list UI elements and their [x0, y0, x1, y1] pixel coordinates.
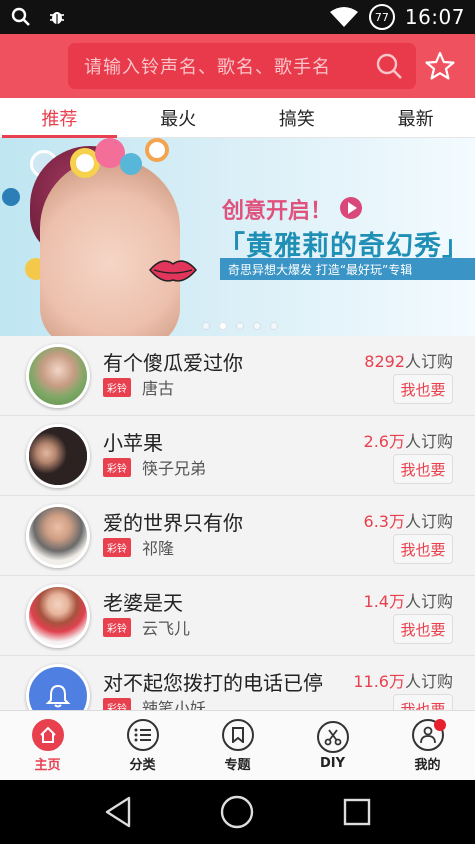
list-item[interactable]: 有个傻瓜爱过你 彩铃 唐古 8292人订购 我也要 [0, 336, 475, 416]
nav-home[interactable]: 主页 [0, 711, 95, 780]
nav-label: 主页 [34, 757, 61, 773]
carousel-dot[interactable] [236, 322, 244, 330]
scissors-icon [316, 720, 349, 753]
song-title: 对不起您拨打的电话已停 [103, 671, 323, 695]
avatar [26, 504, 90, 568]
home-icon [31, 718, 64, 751]
ringback-badge: 彩铃 [103, 538, 131, 557]
recents-icon[interactable] [342, 797, 372, 827]
tab-hot[interactable]: 最火 [119, 98, 238, 137]
list-item[interactable]: 小苹果 彩铃 筷子兄弟 2.6万人订购 我也要 [0, 416, 475, 496]
bookmark-icon [221, 718, 254, 751]
flower-decoration [120, 153, 142, 175]
subscribe-button[interactable]: 我也要 [393, 694, 453, 710]
tab-new[interactable]: 最新 [356, 98, 475, 137]
system-navigation-bar [0, 780, 475, 844]
carousel-dot[interactable] [253, 322, 261, 330]
clock: 16:07 [404, 5, 465, 29]
avatar [26, 584, 90, 648]
bug-icon [46, 6, 68, 28]
back-icon[interactable] [103, 795, 133, 829]
list-item[interactable]: 爱的世界只有你 彩铃 祁隆 6.3万人订购 我也要 [0, 496, 475, 576]
search-input[interactable]: 请输入铃声名、歌名、歌手名 [68, 43, 416, 89]
app-header: 请输入铃声名、歌名、歌手名 [0, 34, 475, 98]
star-icon[interactable] [424, 50, 456, 82]
search-icon[interactable] [374, 51, 404, 81]
battery-icon: 77 [368, 4, 395, 30]
artist-name: 筷子兄弟 [142, 459, 207, 478]
subscriber-count: 2.6万人订购 [363, 432, 453, 451]
list-item[interactable]: 老婆是天 彩铃 云飞儿 1.4万人订购 我也要 [0, 576, 475, 656]
promo-banner[interactable]: 创意开启！ 「黄雅莉的奇幻秀」 奇思异想大爆发 打造“最好玩”专辑 [0, 138, 475, 336]
ringback-badge: 彩铃 [103, 618, 131, 637]
nav-profile[interactable]: 我的 [380, 711, 475, 780]
subscriber-count: 6.3万人订购 [363, 512, 453, 531]
ringtone-list: 有个傻瓜爱过你 彩铃 唐古 8292人订购 我也要 小苹果 彩铃 筷子兄弟 2.… [0, 336, 475, 710]
nav-topics[interactable]: 专题 [190, 711, 285, 780]
nav-label: 分类 [129, 757, 156, 773]
tab-funny[interactable]: 搞笑 [238, 98, 357, 137]
subscribe-button[interactable]: 我也要 [393, 374, 453, 404]
carousel-dot-active[interactable] [219, 322, 227, 330]
artist-name: 辣笔小妖 [142, 699, 207, 710]
search-placeholder: 请输入铃声名、歌名、歌手名 [84, 57, 331, 78]
status-bar: 77 16:07 [0, 0, 475, 34]
list-item[interactable]: 对不起您拨打的电话已停 彩铃 辣笔小妖 11.6万人订购 我也要 [0, 656, 475, 710]
category-tabs: 推荐 最火 搞笑 最新 [0, 98, 475, 138]
avatar [26, 664, 90, 710]
carousel-dot[interactable] [202, 322, 210, 330]
subscriber-count: 11.6万人订购 [353, 672, 453, 691]
song-title: 小苹果 [103, 431, 163, 455]
subscribe-button[interactable]: 我也要 [393, 454, 453, 484]
carousel-indicator[interactable] [202, 322, 278, 330]
ringback-badge: 彩铃 [103, 698, 131, 710]
song-title: 老婆是天 [103, 591, 183, 615]
nav-label: 我的 [414, 757, 441, 773]
banner-subtitle: 奇思异想大爆发 打造“最好玩”专辑 [220, 258, 475, 280]
song-title: 爱的世界只有你 [103, 511, 243, 535]
ringback-badge: 彩铃 [103, 378, 131, 397]
carousel-dot[interactable] [270, 322, 278, 330]
banner-portrait [40, 158, 180, 336]
search-icon [10, 6, 32, 28]
bell-icon [45, 684, 71, 708]
nav-diy[interactable]: DIY [285, 711, 380, 780]
tab-recommend[interactable]: 推荐 [0, 98, 119, 138]
flower-decoration [145, 138, 169, 162]
notification-badge [434, 719, 446, 731]
avatar [26, 344, 90, 408]
subscribe-button[interactable]: 我也要 [393, 534, 453, 564]
home-circle-icon[interactable] [219, 794, 255, 830]
song-title: 有个傻瓜爱过你 [103, 351, 243, 375]
banner-headline: 创意开启！ [222, 199, 333, 224]
lips-decoration [149, 260, 197, 282]
wifi-icon [329, 6, 359, 28]
bottom-navigation: 主页 分类 专题 DIY 我的 [0, 710, 475, 780]
artist-name: 唐古 [142, 379, 175, 398]
nav-categories[interactable]: 分类 [95, 711, 190, 780]
decoration-circle [2, 188, 20, 206]
ringback-badge: 彩铃 [103, 458, 131, 477]
artist-name: 祁隆 [142, 539, 175, 558]
subscribe-button[interactable]: 我也要 [393, 614, 453, 644]
nav-label: 专题 [224, 757, 251, 773]
artist-name: 云飞儿 [142, 619, 191, 638]
nav-label: DIY [319, 755, 346, 771]
subscriber-count: 8292人订购 [364, 352, 453, 371]
play-icon[interactable] [340, 197, 362, 219]
avatar [26, 424, 90, 488]
subscriber-count: 1.4万人订购 [363, 592, 453, 611]
list-icon [126, 718, 159, 751]
